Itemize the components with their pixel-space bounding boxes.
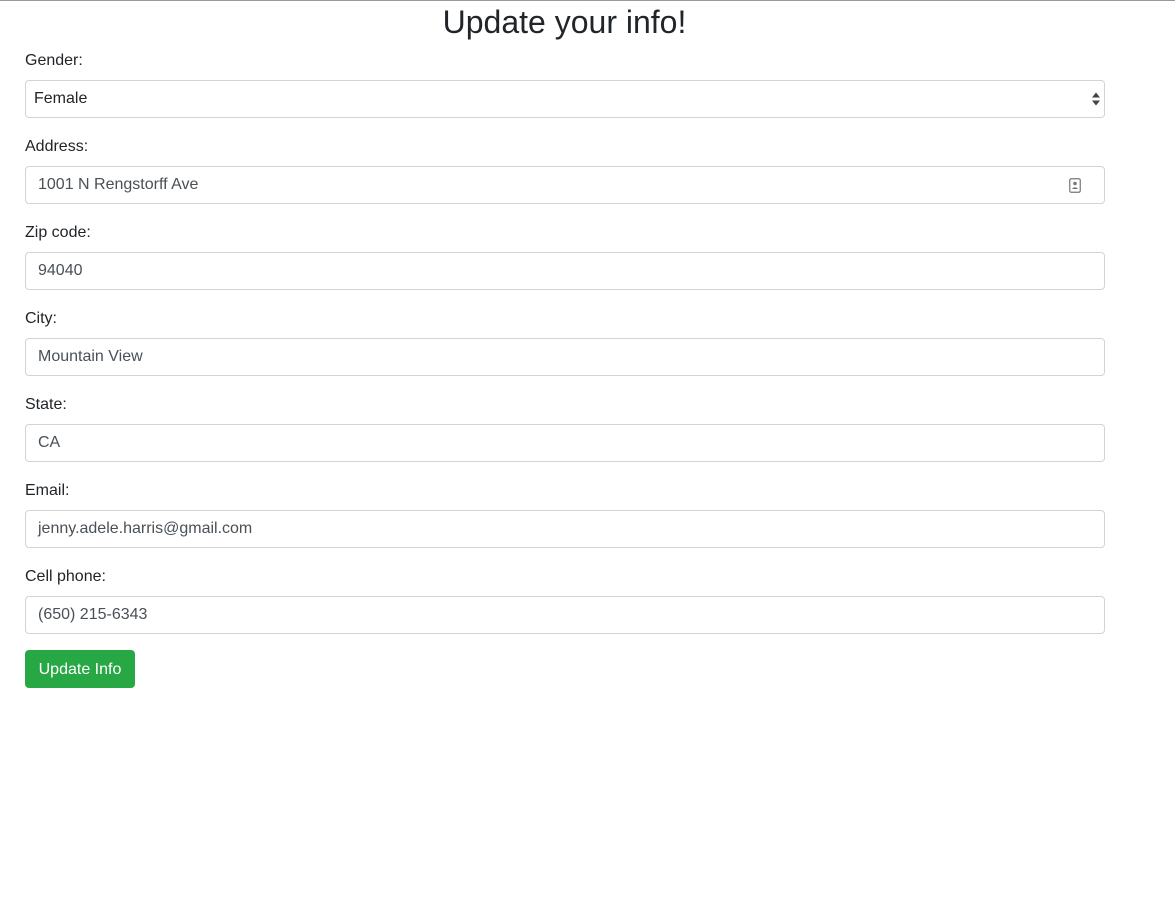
update-info-form: Gender: Female Address: 1001 N Rengstorf… (25, 50, 1105, 688)
email-label: Email: (25, 482, 70, 499)
city-input[interactable]: Mountain View (25, 338, 1105, 376)
city-label: City: (25, 310, 57, 327)
address-group: Address: 1001 N Rengstorff Ave (25, 136, 1105, 222)
zip-input[interactable]: 94040 (25, 252, 1105, 290)
contact-card-icon[interactable] (1069, 178, 1081, 193)
city-input-value: Mountain View (38, 348, 143, 365)
state-group: State: CA (25, 394, 1105, 480)
update-info-button[interactable]: Update Info (25, 650, 135, 688)
zip-input-value: 94040 (38, 262, 83, 279)
email-input-value: jenny.adele.harris@gmail.com (38, 520, 253, 537)
phone-input[interactable]: (650) 215-6343 (25, 596, 1105, 634)
address-input-value: 1001 N Rengstorff Ave (38, 176, 199, 193)
page-title: Update your info! (442, 4, 687, 40)
address-input[interactable]: 1001 N Rengstorff Ave (25, 166, 1105, 204)
gender-select-value: Female (34, 90, 88, 107)
zip-group: Zip code: 94040 (25, 222, 1105, 308)
state-input[interactable]: CA (25, 424, 1105, 462)
address-label: Address: (25, 138, 89, 155)
gender-select[interactable]: Female (25, 80, 1105, 118)
zip-label: Zip code: (25, 224, 91, 241)
gender-group: Gender: Female (25, 50, 1105, 136)
phone-label: Cell phone: (25, 568, 106, 585)
gender-label: Gender: (25, 52, 83, 69)
phone-group: Cell phone: (650) 215-6343 (25, 566, 1105, 652)
city-group: City: Mountain View (25, 308, 1105, 394)
email-group: Email: jenny.adele.harris@gmail.com (25, 480, 1105, 566)
phone-input-value: (650) 215-6343 (38, 606, 148, 623)
email-input[interactable]: jenny.adele.harris@gmail.com (25, 510, 1105, 548)
chevron-up-down-icon (1092, 92, 1100, 106)
top-divider (0, 0, 1175, 1)
state-input-value: CA (38, 434, 61, 451)
state-label: State: (25, 396, 67, 413)
